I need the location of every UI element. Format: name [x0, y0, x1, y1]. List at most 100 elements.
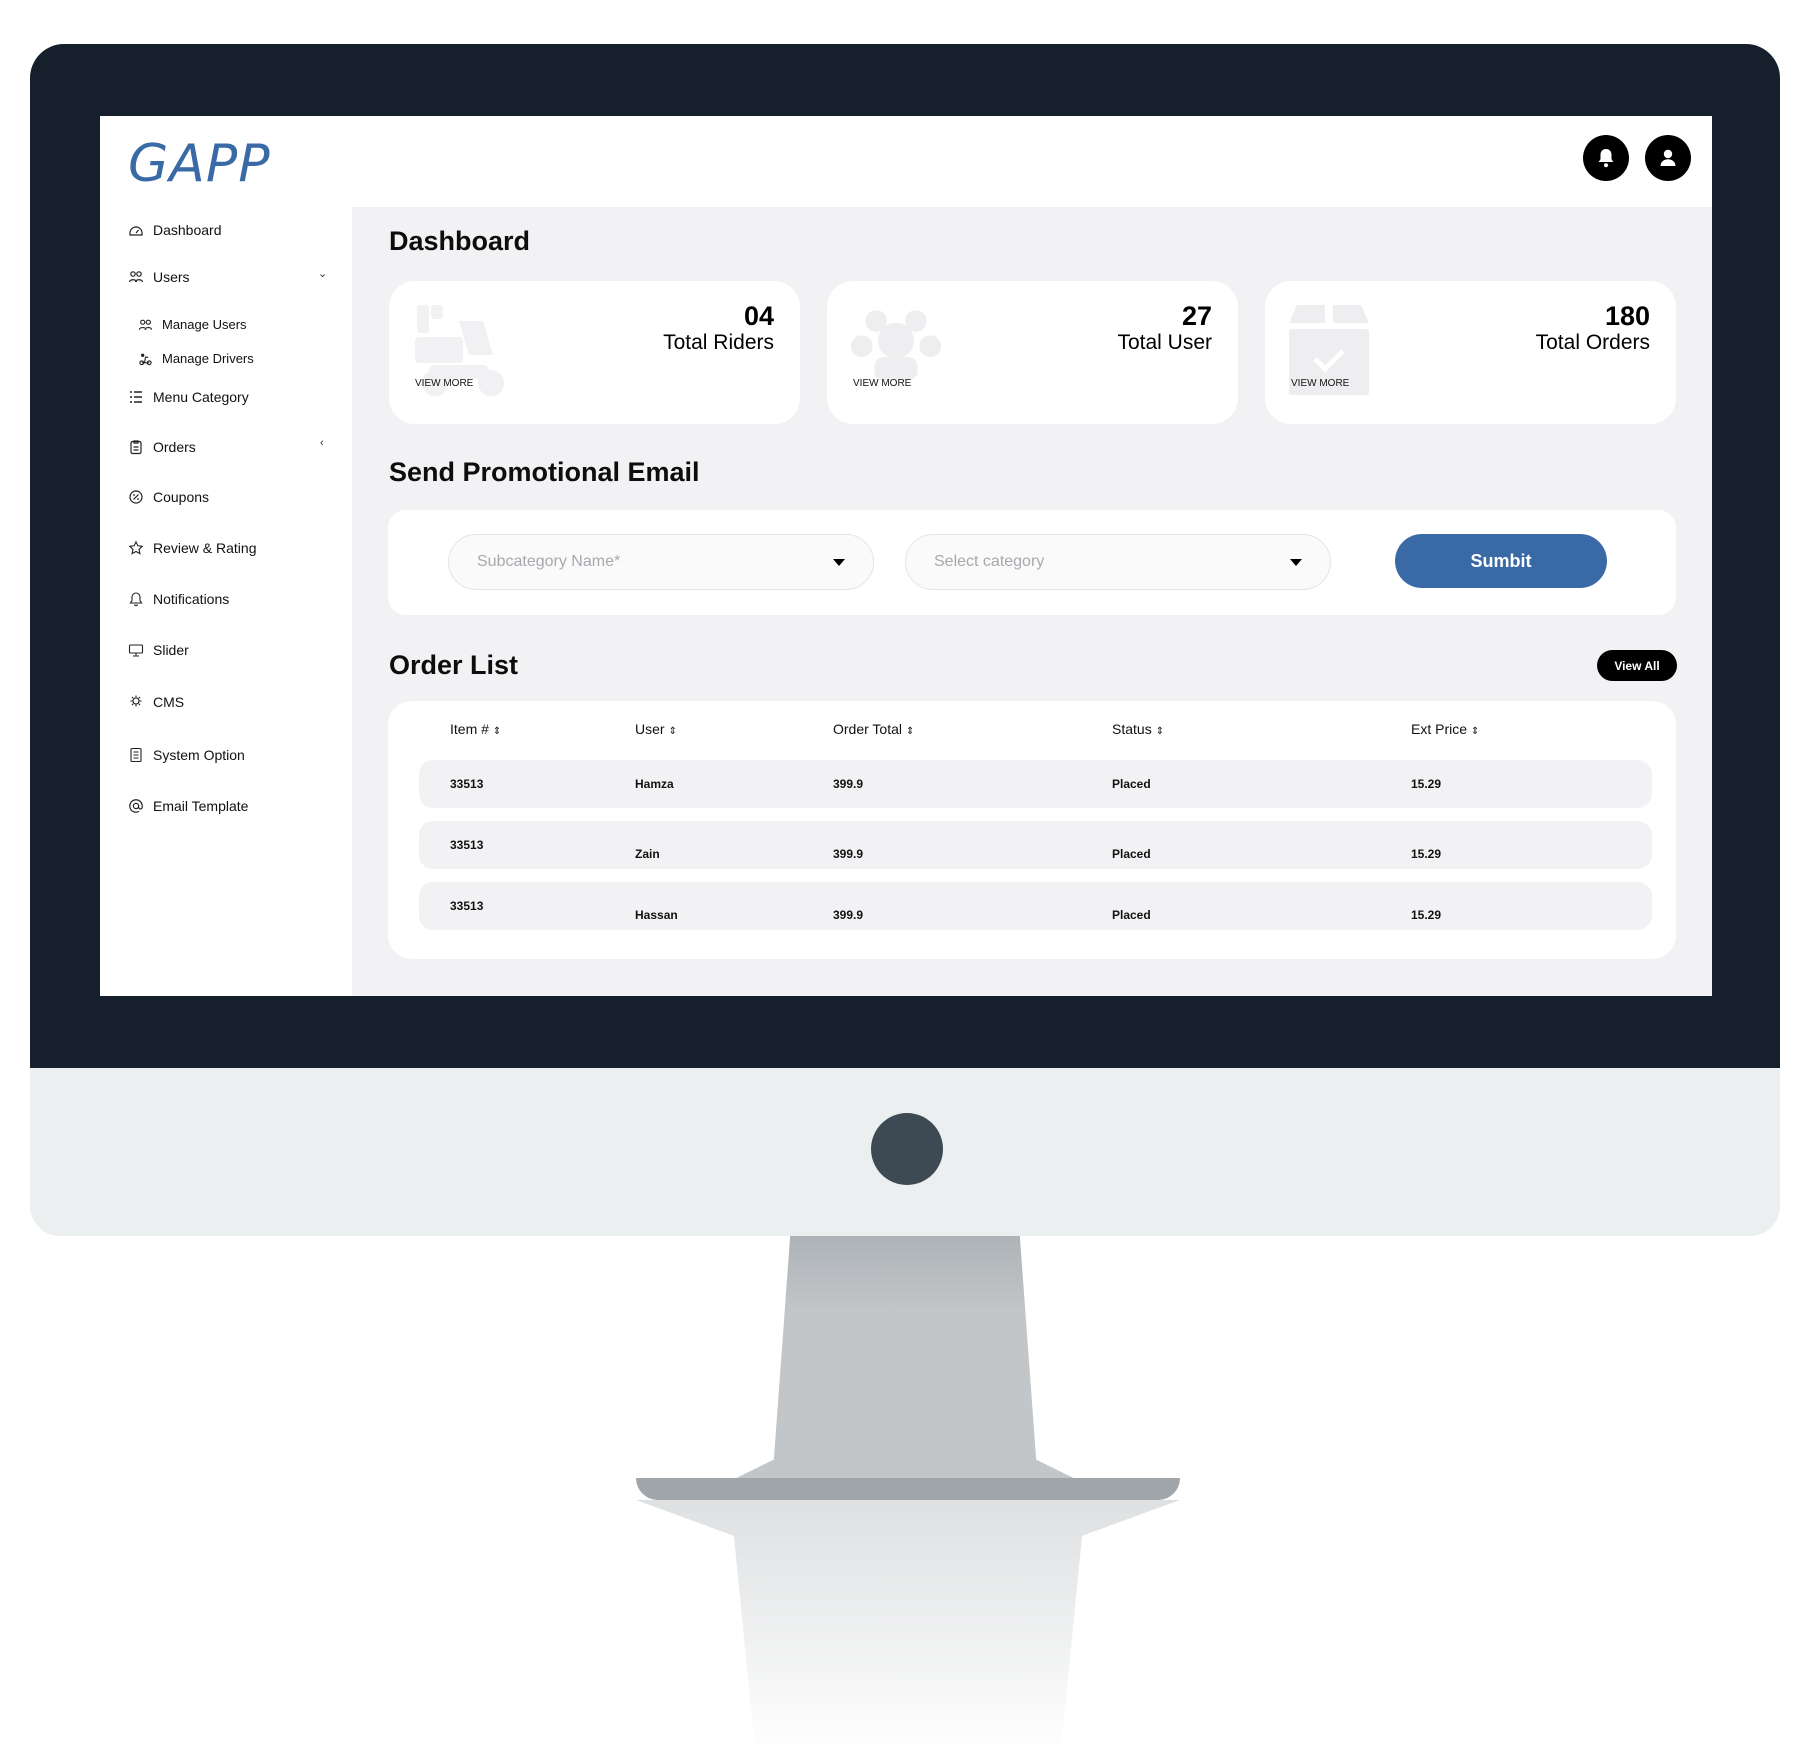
- sidebar-item-label: Slider: [153, 642, 189, 658]
- promo-section-title: Send Promotional Email: [389, 457, 700, 487]
- stat-value: 180: [1604, 301, 1650, 331]
- sort-icon: ⇕: [1155, 726, 1165, 737]
- chevron-left-icon[interactable]: ‹: [320, 437, 324, 449]
- coupon-icon: [128, 489, 144, 505]
- order-list-title: Order List: [389, 650, 519, 680]
- table-row[interactable]: 33513 Hamza 399.9 Placed 15.29: [419, 760, 1652, 808]
- bell-icon: [128, 591, 144, 607]
- table-row[interactable]: 33513 Zain 399.9 Placed 15.29: [419, 821, 1652, 869]
- sidebar-item-users[interactable]: Users: [128, 269, 190, 285]
- sidebar-item-label: Coupons: [153, 489, 210, 505]
- sidebar-item-label: Email Template: [153, 798, 249, 814]
- top-bar: GAPP: [100, 116, 1712, 207]
- sidebar-item-slider[interactable]: Slider: [128, 642, 189, 658]
- app-screen: GAPP Dashboard Users ⌄ Manage Users Mana…: [100, 116, 1712, 996]
- stat-value: 04: [743, 301, 774, 331]
- cell-user: Hassan: [635, 908, 678, 922]
- stat-value: 27: [1181, 301, 1212, 331]
- sidebar-item-label: Users: [153, 269, 190, 285]
- caret-down-icon: [1290, 559, 1302, 566]
- sidebar-item-notifications[interactable]: Notifications: [128, 591, 229, 607]
- stat-card-users: 27 Total User VIEW MORE: [827, 281, 1238, 424]
- view-more-link[interactable]: VIEW MORE: [1291, 378, 1349, 389]
- sidebar-item-label: CMS: [153, 694, 185, 710]
- category-select[interactable]: Select category: [905, 534, 1331, 590]
- sidebar-item-label: System Option: [153, 747, 245, 763]
- view-more-link[interactable]: VIEW MORE: [853, 378, 911, 389]
- caret-down-icon: [833, 559, 845, 566]
- sidebar-item-label: Menu Category: [153, 389, 249, 405]
- cell-status: Placed: [1112, 777, 1151, 791]
- sidebar-item-manage-users[interactable]: Manage Users: [138, 317, 247, 332]
- stat-label: Total User: [1117, 331, 1212, 354]
- view-more-link[interactable]: VIEW MORE: [415, 378, 473, 389]
- cell-order-total: 399.9: [833, 847, 864, 861]
- sidebar-item-manage-drivers[interactable]: Manage Drivers: [138, 351, 254, 366]
- subcategory-placeholder: Subcategory Name*: [477, 553, 621, 570]
- sidebar-item-menu-category[interactable]: Menu Category: [128, 389, 249, 405]
- column-header-order-total[interactable]: Order Total ⇕: [833, 721, 914, 737]
- view-all-button[interactable]: View All: [1597, 650, 1677, 681]
- cell-item: 33513: [450, 838, 484, 852]
- page-title: Dashboard: [389, 226, 531, 256]
- users-icon: [138, 317, 153, 332]
- app-logo[interactable]: GAPP: [128, 134, 271, 194]
- sidebar-item-email-template[interactable]: Email Template: [128, 798, 248, 814]
- sidebar-item-system-option[interactable]: System Option: [128, 747, 245, 763]
- sidebar-item-label: Manage Drivers: [162, 351, 254, 366]
- power-button: [871, 1113, 943, 1185]
- document-icon: [128, 747, 144, 763]
- column-header-status[interactable]: Status ⇕: [1112, 721, 1164, 737]
- category-placeholder: Select category: [934, 553, 1045, 570]
- cell-order-total: 399.9: [833, 908, 864, 922]
- driver-icon: [138, 351, 153, 366]
- order-table: Item # ⇕ User ⇕ Order Total ⇕ Status ⇕ Ext P…: [388, 701, 1676, 959]
- cell-user: Zain: [635, 847, 660, 861]
- sidebar-item-coupons[interactable]: Coupons: [128, 489, 209, 505]
- cell-order-total: 399.9: [833, 777, 864, 791]
- column-header-item[interactable]: Item # ⇕: [450, 721, 501, 737]
- chevron-down-icon[interactable]: ⌄: [318, 267, 327, 280]
- cell-ext-price: 15.29: [1411, 908, 1442, 922]
- sidebar-item-label: Review & Rating: [153, 540, 257, 556]
- users-icon: [128, 269, 144, 285]
- stand-reflection: [636, 1500, 1180, 1756]
- monitor-stand: [700, 1236, 1110, 1496]
- sort-icon: ⇕: [668, 726, 677, 737]
- sort-icon: ⇕: [906, 726, 915, 737]
- stat-card-riders: 04 Total Riders VIEW MORE: [389, 281, 800, 424]
- submit-button[interactable]: Sumbit: [1395, 534, 1607, 588]
- stat-label: Total Riders: [663, 331, 774, 354]
- monitor-stand-base: [636, 1478, 1180, 1500]
- sidebar-item-label: Manage Users: [162, 317, 247, 332]
- cell-item: 33513: [450, 777, 484, 791]
- cms-icon: [128, 694, 144, 710]
- cell-ext-price: 15.29: [1411, 847, 1442, 861]
- column-header-user[interactable]: User ⇕: [635, 721, 677, 737]
- promo-email-form: Subcategory Name* Select category Sumbit: [388, 510, 1676, 615]
- cell-user: Hamza: [635, 777, 674, 791]
- cell-status: Placed: [1112, 847, 1151, 861]
- sort-icon: ⇕: [492, 726, 502, 737]
- clipboard-icon: [128, 439, 144, 455]
- user-icon[interactable]: [1645, 135, 1691, 181]
- cell-item: 33513: [450, 899, 484, 913]
- subcategory-select[interactable]: Subcategory Name*: [448, 534, 874, 590]
- sidebar-item-review-rating[interactable]: Review & Rating: [128, 540, 257, 556]
- column-header-ext-price[interactable]: Ext Price ⇕: [1411, 721, 1479, 737]
- cell-ext-price: 15.29: [1411, 777, 1442, 791]
- cell-status: Placed: [1112, 908, 1151, 922]
- list-icon: [128, 389, 144, 405]
- sidebar-item-label: Orders: [153, 439, 196, 455]
- stat-card-orders: 180 Total Orders VIEW MORE: [1265, 281, 1676, 424]
- bell-icon[interactable]: [1583, 135, 1629, 181]
- dashboard-icon: [128, 222, 144, 238]
- sidebar-item-orders[interactable]: Orders: [128, 439, 196, 455]
- slider-icon: [128, 642, 144, 658]
- sidebar-item-cms[interactable]: CMS: [128, 694, 184, 710]
- sidebar-item-dashboard[interactable]: Dashboard: [128, 222, 222, 238]
- table-row[interactable]: 33513 Hassan 399.9 Placed 15.29: [419, 882, 1652, 930]
- sort-icon: ⇕: [1471, 726, 1480, 737]
- star-icon: [128, 540, 144, 556]
- stat-label: Total Orders: [1535, 331, 1650, 354]
